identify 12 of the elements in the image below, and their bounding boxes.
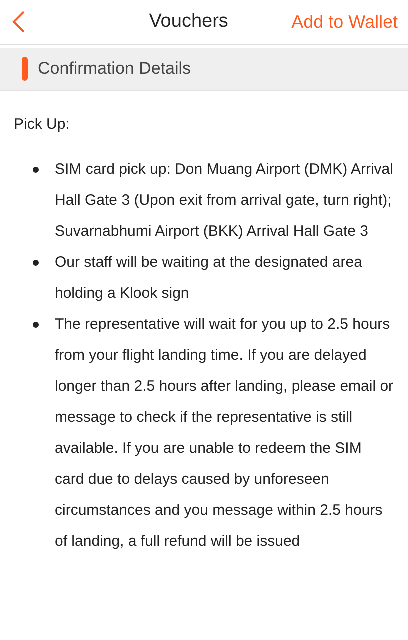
section-title: Confirmation Details xyxy=(38,59,192,79)
add-to-wallet-button[interactable]: Add to Wallet xyxy=(292,12,398,32)
bullet-icon xyxy=(33,167,39,173)
pickup-item-text: The representative will wait for you up to 2.5 hours from your flight landing time. If you are delayed longer than 2.5 hours after landing, please email or message to check if the representative is still available. If you are unable to redeem the SIM card due to delays caused by unforeseen circumstances and you message within 2.5 hours of landing, a full refund will be issued xyxy=(55,315,394,552)
accent-bar-icon xyxy=(22,57,28,81)
pickup-heading: Pick Up: xyxy=(14,115,71,135)
bullet-icon xyxy=(33,322,39,328)
bullet-icon xyxy=(33,260,39,266)
page-title: Vouchers xyxy=(148,11,230,33)
pickup-item-text: Our staff will be waiting at the designated area holding a Klook sign xyxy=(55,253,364,304)
back-chevron-icon[interactable] xyxy=(12,10,26,34)
pickup-item-text: SIM card pick up: Don Muang Airport (DMK) Arrival Hall Gate 3 (Upon exit from arrival gate, turn right); Suvarnabhumi Airport (BKK) Arrival Hall Gate 3 xyxy=(55,160,394,242)
